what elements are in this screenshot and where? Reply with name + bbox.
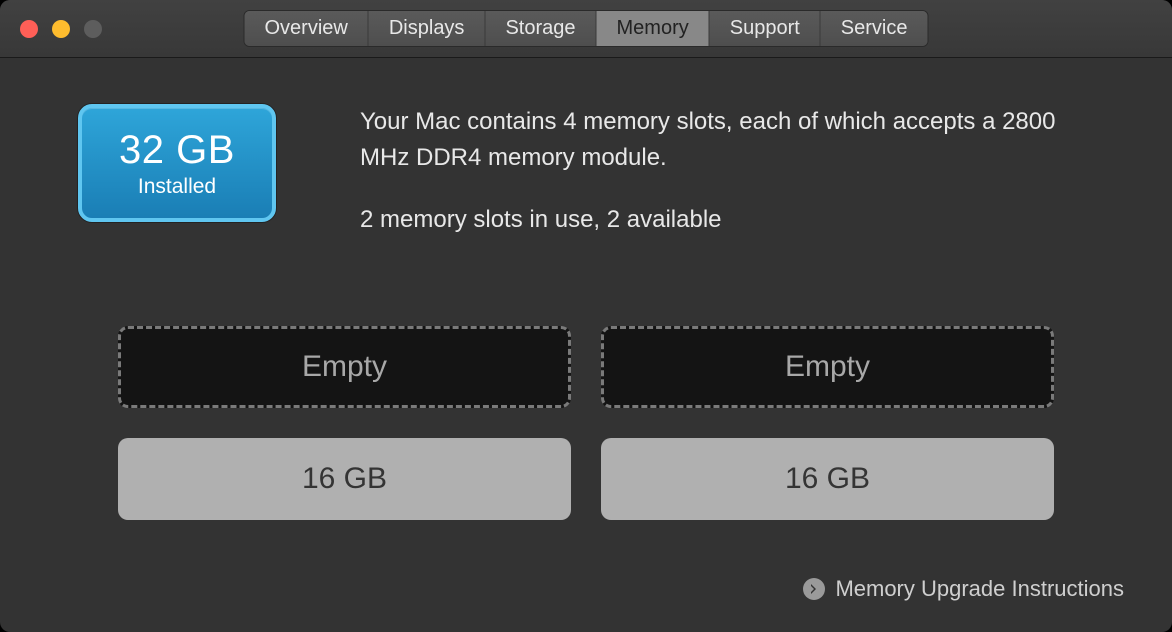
tab-support[interactable]: Support [710,11,821,46]
close-button[interactable] [20,20,38,38]
memory-slot-1: Empty [601,326,1054,408]
window-controls [20,20,102,38]
minimize-button[interactable] [52,20,70,38]
titlebar: Overview Displays Storage Memory Support… [0,0,1172,58]
memory-slot-3: 16 GB [601,438,1054,520]
tab-bar: Overview Displays Storage Memory Support… [244,10,929,47]
memory-description-line2: 2 memory slots in use, 2 available [360,202,1094,238]
installed-memory-label: Installed [138,175,216,199]
installed-memory-size: 32 GB [119,128,235,173]
memory-description-line1: Your Mac contains 4 memory slots, each o… [360,104,1094,176]
memory-description: Your Mac contains 4 memory slots, each o… [360,104,1094,264]
memory-slot-0: Empty [118,326,571,408]
arrow-right-circle-icon [803,578,825,600]
tab-memory[interactable]: Memory [597,11,710,46]
memory-upgrade-link[interactable]: Memory Upgrade Instructions [803,576,1124,602]
header-row: 32 GB Installed Your Mac contains 4 memo… [78,104,1094,264]
memory-upgrade-link-label: Memory Upgrade Instructions [835,576,1124,602]
installed-memory-badge: 32 GB Installed [78,104,276,222]
tab-overview[interactable]: Overview [245,11,369,46]
zoom-button[interactable] [84,20,102,38]
tab-displays[interactable]: Displays [369,11,486,46]
tab-storage[interactable]: Storage [485,11,596,46]
memory-slot-2: 16 GB [118,438,571,520]
about-this-mac-window: Overview Displays Storage Memory Support… [0,0,1172,632]
memory-slots-grid: Empty Empty 16 GB 16 GB [78,326,1094,520]
memory-content: 32 GB Installed Your Mac contains 4 memo… [0,58,1172,520]
tab-service[interactable]: Service [821,11,928,46]
